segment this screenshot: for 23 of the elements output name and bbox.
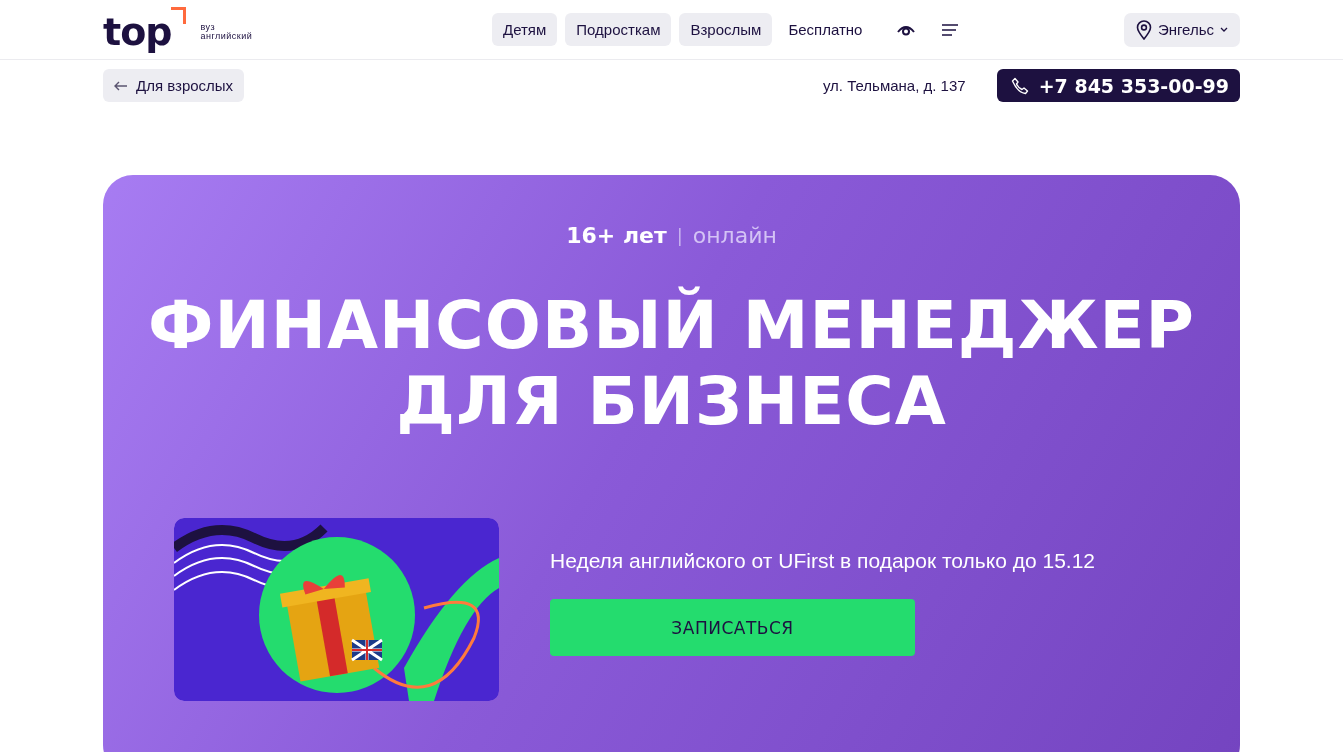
- back-link[interactable]: Для взрослых: [103, 69, 245, 102]
- nav-link[interactable]: Подросткам: [565, 13, 672, 46]
- arrow-left-icon: [114, 80, 128, 91]
- nav-link[interactable]: Детям: [492, 13, 558, 46]
- age-label: 16+ лет: [566, 223, 667, 248]
- signup-button[interactable]: ЗАПИСАТЬСЯ: [550, 599, 915, 656]
- location-pin-icon: [1135, 19, 1152, 40]
- separator: |: [676, 225, 683, 246]
- menu-icon[interactable]: [942, 23, 959, 36]
- city-selector[interactable]: Энгельс: [1123, 12, 1240, 47]
- chevron-down-icon: [1220, 27, 1228, 32]
- phone-button[interactable]: +7 845 353-00-99: [996, 69, 1240, 102]
- logo-corner-icon: [171, 6, 187, 24]
- promo-text: Неделя английского от UFirst в подарок только до 15.12: [550, 549, 1095, 573]
- hero-title: ДЛЯ БИЗНЕСА: [395, 364, 948, 440]
- nav-link[interactable]: Взрослым: [679, 13, 773, 46]
- phone-icon: [1010, 76, 1029, 95]
- logo-subtitle: вуз: [200, 22, 217, 32]
- logo-subtitle: английский: [200, 31, 253, 41]
- logo-wordmark[interactable]: top: [103, 12, 172, 51]
- address-text: ул. Тельмана, д. 137: [822, 77, 966, 94]
- hero-title: ФИНАНСОВЫЙ МЕНЕДЖЕР: [147, 288, 1196, 364]
- format-label: онлайн: [692, 223, 777, 248]
